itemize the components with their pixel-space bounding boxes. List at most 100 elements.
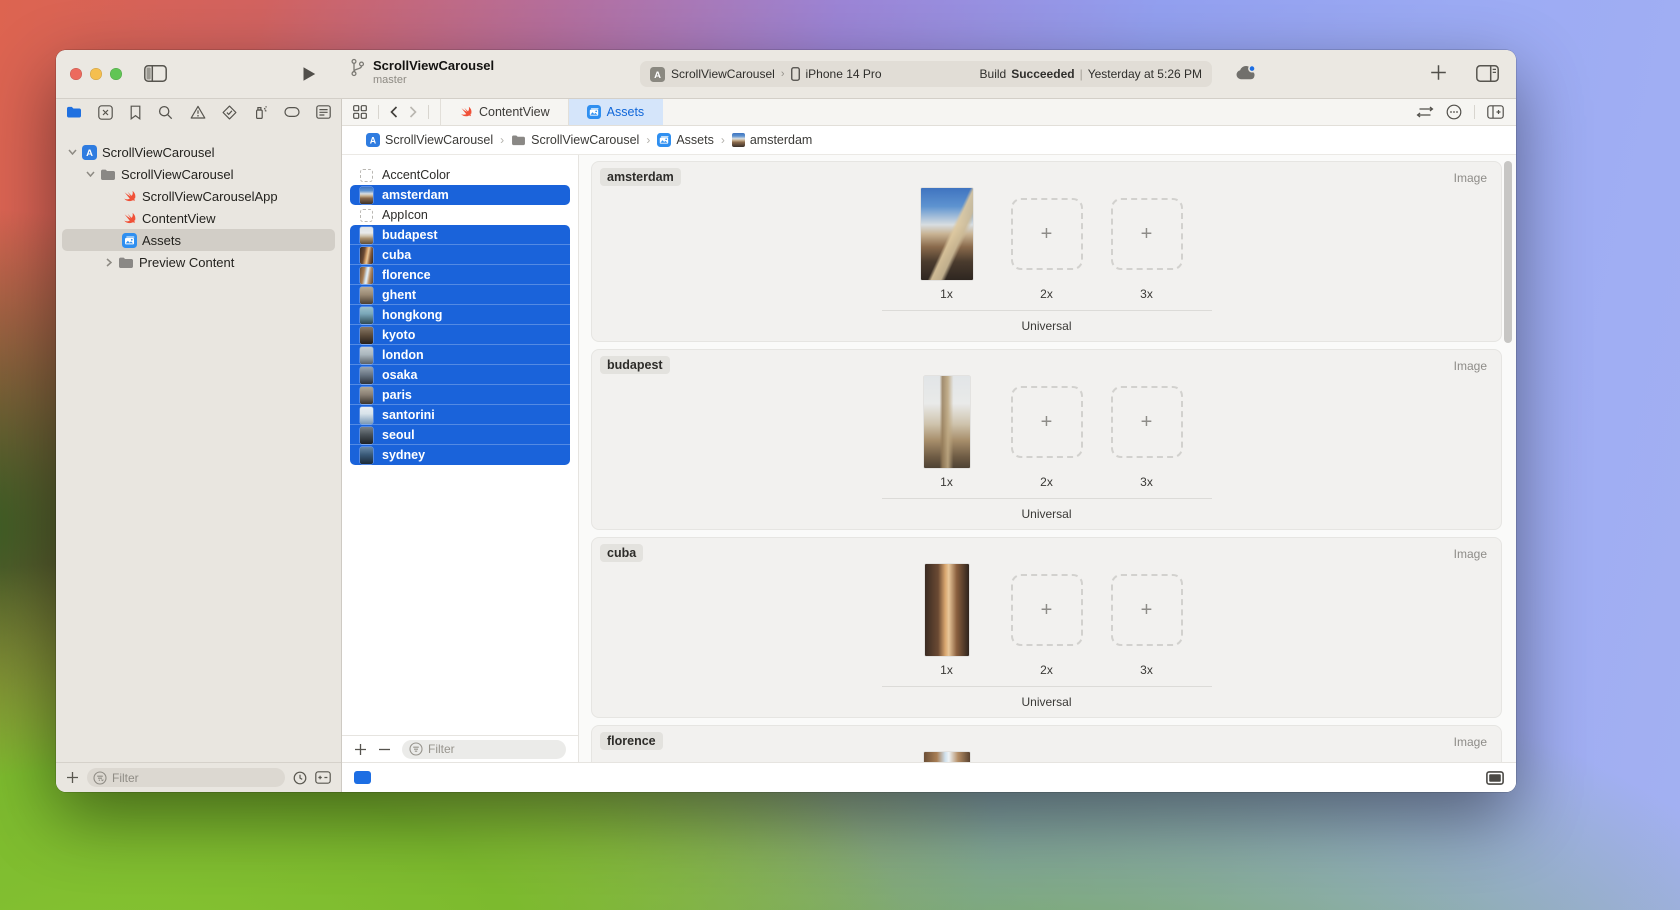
image-well-filled[interactable]	[924, 376, 970, 468]
library-plus-button[interactable]	[1430, 64, 1447, 81]
image-well-empty[interactable]: +	[1011, 386, 1083, 458]
activity-status[interactable]: Build Succeeded | Yesterday at 5:26 PM	[980, 67, 1202, 81]
editor-scrollbar[interactable]	[1504, 161, 1512, 343]
asset-row-ghent[interactable]: ghent	[350, 285, 570, 305]
asset-row-appicon[interactable]: AppIcon	[350, 205, 570, 225]
tree-item-swift-file[interactable]: ScrollViewCarouselApp	[62, 185, 335, 207]
go-back-icon[interactable]	[390, 106, 398, 118]
debug-navigator-icon[interactable]	[253, 105, 268, 120]
asset-row-seoul[interactable]: seoul	[350, 425, 570, 445]
test-navigator-icon[interactable]	[222, 105, 237, 120]
asset-row-hongkong[interactable]: hongkong	[350, 305, 570, 325]
scheme-selector[interactable]: A ScrollViewCarousel › iPhone 14 Pro	[650, 67, 882, 82]
image-well-filled[interactable]	[925, 564, 969, 656]
close-window-button[interactable]	[70, 68, 82, 80]
editor-options-icon[interactable]	[1446, 104, 1462, 120]
asset-row-sydney[interactable]: sydney	[350, 445, 570, 465]
image-well-filled[interactable]	[924, 752, 970, 762]
add-editor-icon[interactable]	[1487, 105, 1504, 119]
scale-slot-2x[interactable]: + 2x	[1011, 752, 1083, 762]
image-well-empty[interactable]: +	[1011, 198, 1083, 270]
tree-item-swift-file[interactable]: ContentView	[62, 207, 335, 229]
tab-assets[interactable]: Assets	[569, 99, 664, 125]
run-button[interactable]	[302, 66, 316, 82]
asset-row-cuba[interactable]: cuba	[350, 245, 570, 265]
remove-asset-minus-icon[interactable]	[378, 748, 391, 751]
navigator-filter-input[interactable]: Filter	[87, 768, 285, 787]
breadcrumb-item-assets[interactable]: Assets	[657, 133, 714, 147]
add-item-plus-icon[interactable]	[66, 771, 79, 784]
image-well-empty[interactable]: +	[1011, 574, 1083, 646]
filter-scope-icon[interactable]	[315, 771, 331, 784]
scale-slot-3x[interactable]: + 3x	[1111, 752, 1183, 762]
asset-row-budapest[interactable]: budapest	[350, 225, 570, 245]
divider	[428, 105, 429, 119]
asset-row-santorini[interactable]: santorini	[350, 405, 570, 425]
asset-label: AccentColor	[382, 168, 450, 182]
scale-slot-3x[interactable]: + 3x	[1111, 188, 1183, 301]
window-body: A ScrollViewCarousel ScrollViewCarousel …	[56, 99, 1516, 792]
scale-slot-3x[interactable]: + 3x	[1111, 376, 1183, 489]
scale-slot-3x[interactable]: + 3x	[1111, 564, 1183, 677]
code-review-swap-icon[interactable]	[1416, 106, 1434, 118]
image-well-empty[interactable]: +	[1111, 198, 1183, 270]
tree-item-preview-content[interactable]: Preview Content	[62, 251, 335, 273]
toggle-inspector-sidebar-icon[interactable]	[1476, 65, 1499, 82]
add-asset-plus-icon[interactable]	[354, 743, 367, 756]
asset-row-osaka[interactable]: osaka	[350, 365, 570, 385]
asset-row-paris[interactable]: paris	[350, 385, 570, 405]
scale-slot-1x[interactable]: 1x	[911, 564, 983, 677]
scheme-status-bar[interactable]: A ScrollViewCarousel › iPhone 14 Pro Bui…	[640, 61, 1212, 87]
tree-item-group[interactable]: ScrollViewCarousel	[62, 163, 335, 185]
image-well-filled[interactable]	[921, 188, 973, 280]
breadcrumb-item-group[interactable]: ScrollViewCarousel	[511, 133, 639, 147]
asset-row-london[interactable]: london	[350, 345, 570, 365]
disclosure-open-icon[interactable]	[86, 171, 95, 177]
catalog-view-mode-icon[interactable]	[354, 771, 371, 784]
scale-slot-2x[interactable]: + 2x	[1011, 376, 1083, 489]
toggle-navigator-sidebar-icon[interactable]	[144, 65, 167, 82]
issue-navigator-icon[interactable]	[190, 105, 206, 119]
go-forward-icon[interactable]	[409, 106, 417, 118]
scale-slot-2x[interactable]: + 2x	[1011, 188, 1083, 301]
scale-slot-1x[interactable]: 1x	[911, 752, 983, 762]
disclosure-closed-icon[interactable]	[104, 258, 113, 267]
minimize-window-button[interactable]	[90, 68, 102, 80]
image-set-name-badge[interactable]: budapest	[600, 356, 670, 374]
scale-slot-1x[interactable]: 1x	[911, 188, 983, 301]
scale-label: 1x	[940, 475, 953, 489]
asset-row-amsterdam[interactable]: amsterdam	[350, 185, 570, 205]
image-set-name-badge[interactable]: cuba	[600, 544, 643, 562]
tree-item-assets[interactable]: Assets	[62, 229, 335, 251]
tab-contentview[interactable]: ContentView	[440, 99, 569, 125]
assets-icon	[657, 133, 671, 147]
scale-slot-1x[interactable]: 1x	[911, 376, 983, 489]
asset-row-kyoto[interactable]: kyoto	[350, 325, 570, 345]
breakpoint-navigator-icon[interactable]	[284, 106, 300, 118]
find-navigator-icon[interactable]	[158, 105, 173, 120]
asset-row-florence[interactable]: florence	[350, 265, 570, 285]
breadcrumb-item-project[interactable]: A ScrollViewCarousel	[366, 133, 493, 147]
scale-slot-2x[interactable]: + 2x	[1011, 564, 1083, 677]
asset-label: hongkong	[382, 308, 442, 322]
image-set-name-badge[interactable]: florence	[600, 732, 663, 750]
breadcrumb-item-amsterdam[interactable]: amsterdam	[732, 133, 813, 147]
asset-editor-canvas: amsterdam Image 1x + 2x	[579, 155, 1516, 762]
asset-type-label: Image	[1454, 359, 1487, 373]
bookmark-navigator-icon[interactable]	[129, 105, 142, 120]
tree-item-project-root[interactable]: A ScrollViewCarousel	[62, 141, 335, 163]
project-navigator-icon[interactable]	[66, 105, 82, 119]
image-well-empty[interactable]: +	[1111, 386, 1183, 458]
recent-files-clock-icon[interactable]	[293, 771, 307, 785]
disclosure-open-icon[interactable]	[68, 149, 77, 155]
source-control-navigator-icon[interactable]	[98, 105, 113, 120]
image-set-name-badge[interactable]: amsterdam	[600, 168, 681, 186]
report-navigator-icon[interactable]	[316, 105, 331, 119]
device-preview-icon[interactable]	[1486, 771, 1504, 785]
cloud-sync-icon[interactable]	[1234, 64, 1257, 81]
zoom-window-button[interactable]	[110, 68, 122, 80]
asset-filter-input[interactable]: Filter	[402, 740, 566, 759]
asset-row-accentcolor[interactable]: AccentColor	[350, 165, 570, 185]
image-well-empty[interactable]: +	[1111, 574, 1183, 646]
related-items-grid-icon[interactable]	[353, 105, 367, 119]
